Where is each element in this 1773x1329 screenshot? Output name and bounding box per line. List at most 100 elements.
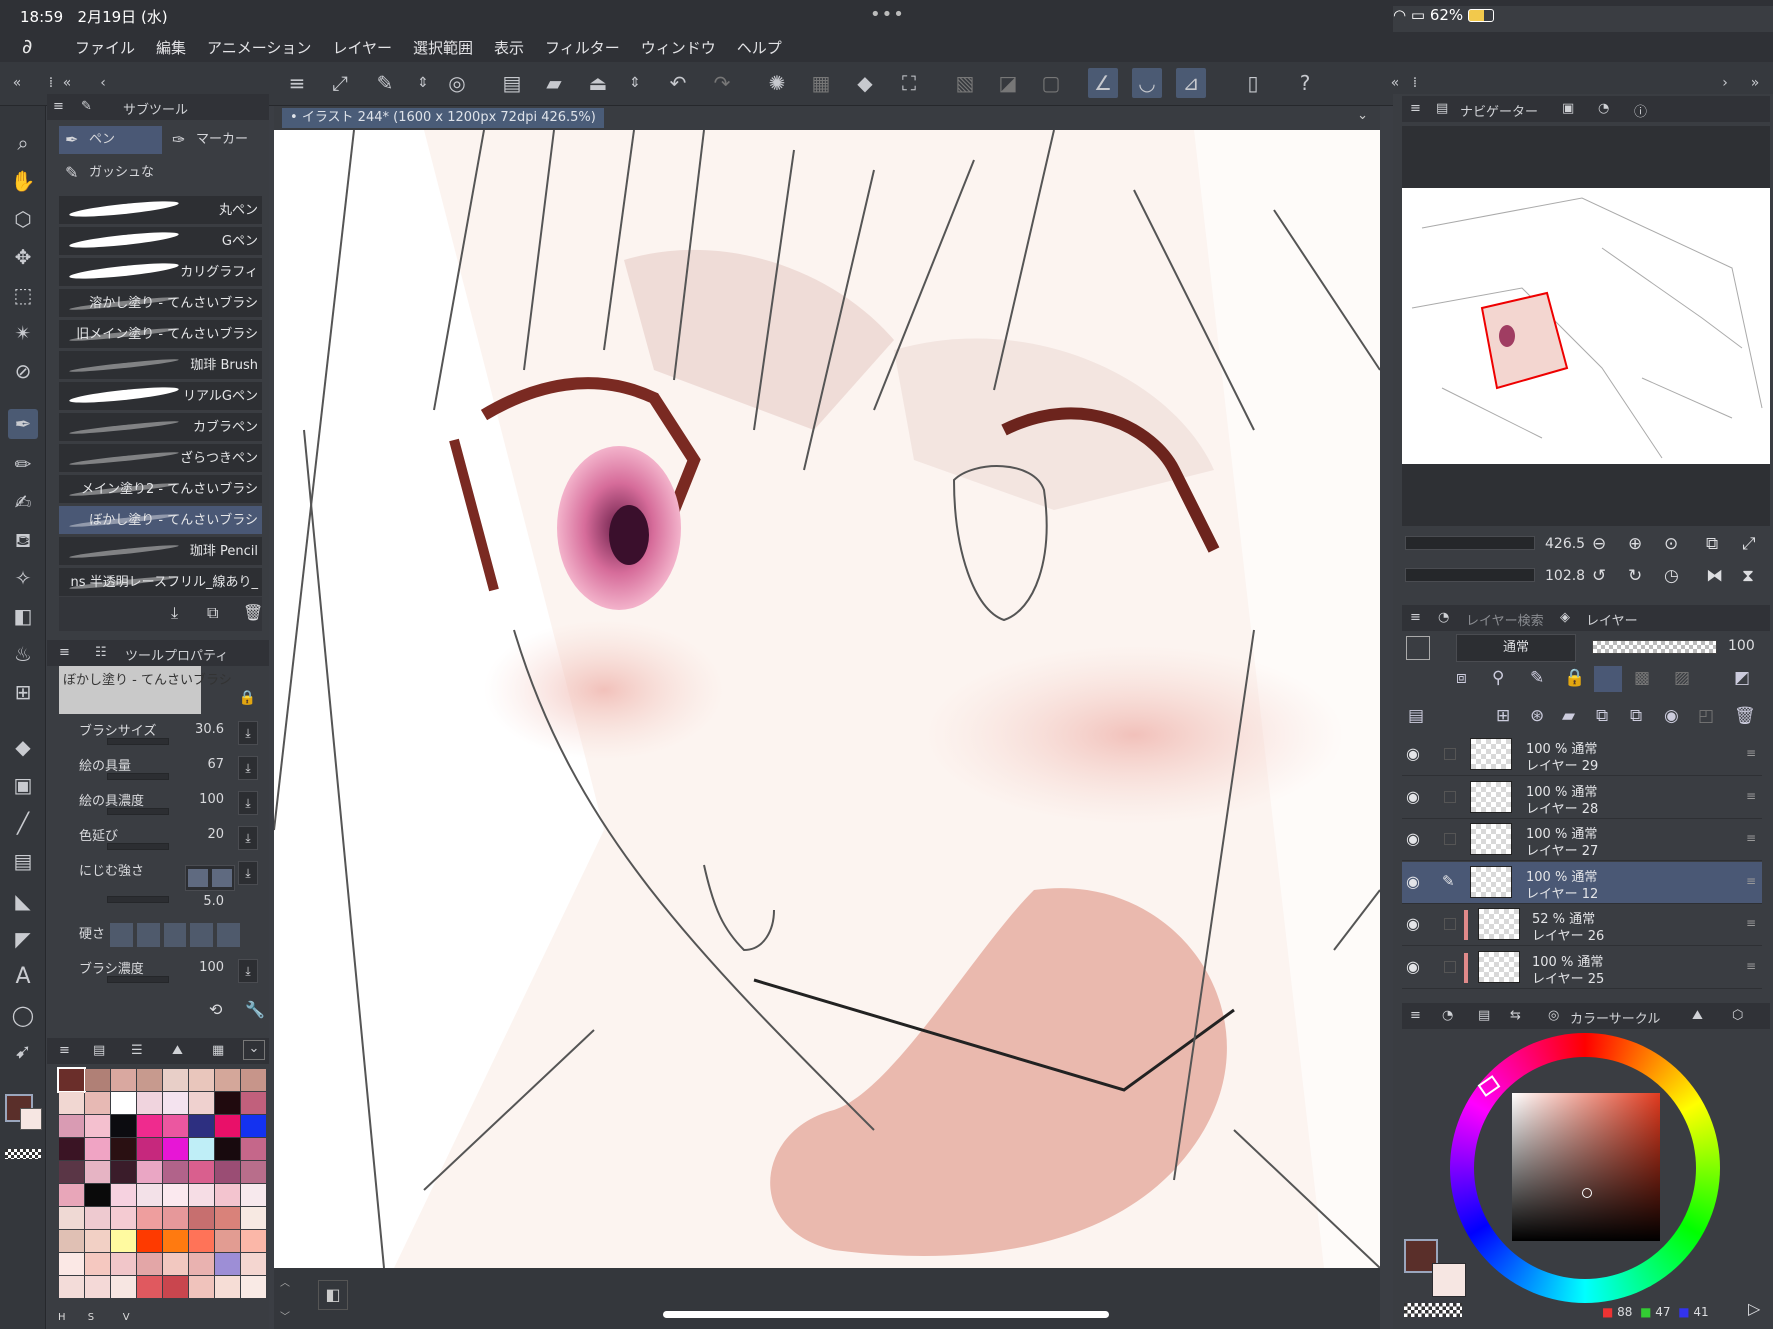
palette-swatch[interactable] <box>215 1276 240 1298</box>
drawing-canvas[interactable] <box>274 130 1380 1268</box>
new-vector-layer-icon[interactable]: ⊛ <box>1530 706 1544 726</box>
palette-swatch[interactable] <box>59 1207 84 1229</box>
palette-swatch[interactable] <box>137 1138 162 1160</box>
text-tool-icon[interactable]: A <box>8 962 38 992</box>
full-screen-icon[interactable]: ⤢ <box>1742 534 1756 554</box>
layer-row[interactable]: ◉ ✎ 100 % 通常 レイヤー 12 ≡ <box>1402 861 1762 904</box>
palette-swatch[interactable] <box>111 1092 136 1114</box>
eye-icon[interactable]: ◉ <box>1406 914 1420 933</box>
color-sub-swatch[interactable] <box>1432 1263 1466 1297</box>
pressure-toggle-icon[interactable]: ⤓ <box>238 826 258 850</box>
palette-swatch[interactable] <box>241 1138 266 1160</box>
layer-checkbox[interactable] <box>1444 960 1456 973</box>
palette-swatch[interactable] <box>163 1184 188 1206</box>
pencil-tool-icon[interactable]: ✏ <box>8 449 38 479</box>
palette-swatch[interactable] <box>111 1184 136 1206</box>
brush-item[interactable]: ns 半透明レースフリル_線あり_ <box>59 568 262 597</box>
palette-swatch[interactable] <box>137 1253 162 1275</box>
hamburger-menu-icon[interactable]: ≡ <box>282 68 312 98</box>
palette-swatch[interactable] <box>59 1276 84 1298</box>
palette-swatch[interactable] <box>189 1115 214 1137</box>
navigator-preview[interactable] <box>1402 188 1770 464</box>
palette-swatch[interactable] <box>241 1253 266 1275</box>
palette-swatch[interactable] <box>163 1092 188 1114</box>
brush-item[interactable]: リアルGペン <box>59 382 262 411</box>
resize-icon[interactable]: ⤢ <box>325 68 355 98</box>
palette-swatch[interactable] <box>189 1069 214 1091</box>
palette-swatch[interactable] <box>241 1207 266 1229</box>
palette-swatch[interactable] <box>111 1276 136 1298</box>
palette-swatch[interactable] <box>215 1184 240 1206</box>
property-value[interactable]: 30.6 <box>195 722 224 737</box>
palette-swatch[interactable] <box>111 1253 136 1275</box>
brush-item[interactable]: 溶かし塗り - てんさいブラシ <box>59 289 262 318</box>
reset-rotation-icon[interactable]: ◷ <box>1664 566 1679 586</box>
fill-icon[interactable]: ◆ <box>850 68 880 98</box>
pressure-toggle-icon[interactable]: ⤓ <box>238 756 258 780</box>
property-value[interactable]: 100 <box>199 960 224 975</box>
menu-item-3[interactable]: レイヤー <box>332 37 392 58</box>
subtool-tab-marker[interactable]: ✑ マーカー <box>166 126 266 154</box>
palette-swatch[interactable] <box>215 1230 240 1252</box>
balloon-tool-icon[interactable]: ◯ <box>8 1000 38 1030</box>
stabilizer-pen-icon[interactable]: ∠ <box>1088 68 1118 98</box>
palette-swatch[interactable] <box>189 1207 214 1229</box>
palette-swatch[interactable] <box>137 1184 162 1206</box>
palette-swatch[interactable] <box>85 1138 110 1160</box>
mesh-tool-icon[interactable]: ⊞ <box>8 677 38 707</box>
palette-swatch[interactable] <box>215 1253 240 1275</box>
property-slider[interactable] <box>107 808 169 815</box>
copy-layer-icon[interactable]: ⧉ <box>1596 706 1608 726</box>
zoom-in-icon[interactable]: ⊕ <box>1628 534 1642 554</box>
layer-row[interactable]: ◉ 100 % 通常 レイヤー 28 ≡ <box>1402 776 1762 819</box>
menu-item-2[interactable]: アニメーション <box>207 37 311 58</box>
palette-swatch[interactable] <box>111 1207 136 1229</box>
draft-icon[interactable]: ✎ <box>1530 668 1544 688</box>
palette-swatch[interactable] <box>163 1276 188 1298</box>
palette-swatch[interactable] <box>215 1092 240 1114</box>
brush-item[interactable]: 丸ペン <box>59 196 262 225</box>
palette-swatch[interactable] <box>59 1184 84 1206</box>
color-palette[interactable] <box>57 1067 266 1309</box>
chevron-down-small-icon[interactable]: ﹀ <box>280 1308 290 1323</box>
spiral-icon[interactable]: ◎ <box>442 68 472 98</box>
brush-item[interactable]: メイン塗り2 - てんさいブラシ <box>59 475 262 504</box>
eye-icon[interactable]: ◉ <box>1406 872 1420 891</box>
sub-color-swatch[interactable] <box>20 1108 42 1130</box>
layer-color-mode-icon[interactable]: ◩ <box>1734 668 1750 688</box>
clip-studio-logo-icon[interactable]: ∂ <box>22 34 48 58</box>
brush-item[interactable]: カリグラフィ <box>59 258 262 287</box>
brush-item[interactable]: 珈琲 Pencil <box>59 537 262 566</box>
clear-selection-icon[interactable]: ▧ <box>950 68 980 98</box>
palette-swatch[interactable] <box>241 1092 266 1114</box>
airbrush-tool-icon[interactable]: ⛾ <box>8 525 38 555</box>
palette-swatch[interactable] <box>111 1138 136 1160</box>
stabilizer-brush-icon[interactable]: ◡ <box>1132 68 1162 98</box>
palette-swatch[interactable] <box>111 1069 136 1091</box>
multitask-dots[interactable]: ••• <box>870 4 905 25</box>
palette-swatch[interactable] <box>189 1230 214 1252</box>
palette-swatch[interactable] <box>59 1092 84 1114</box>
property-slider[interactable] <box>107 738 169 745</box>
property-value[interactable]: 5.0 <box>203 894 224 909</box>
property-value[interactable]: 100 <box>199 792 224 807</box>
eye-icon[interactable]: ◉ <box>1406 957 1420 976</box>
frame-tool-icon[interactable]: ▤ <box>8 846 38 876</box>
rotate-right-icon[interactable]: ↻ <box>1628 566 1642 586</box>
fit-icon[interactable]: ⊙ <box>1664 534 1678 554</box>
trash-icon[interactable]: 🗑 <box>243 603 263 622</box>
palette-swatch[interactable] <box>215 1138 240 1160</box>
stepper-icon[interactable]: ⇕ <box>408 68 438 98</box>
palette-swatch[interactable] <box>163 1230 188 1252</box>
lock-transparent-icon[interactable] <box>1594 666 1622 692</box>
palette-swatch[interactable] <box>241 1069 266 1091</box>
palette-swatch[interactable] <box>85 1207 110 1229</box>
palette-swatch[interactable] <box>85 1276 110 1298</box>
opacity-slider[interactable] <box>1592 640 1717 654</box>
drag-handle-icon[interactable]: ≡ <box>1746 916 1756 930</box>
clip-icon[interactable]: ⧈ <box>1456 668 1467 688</box>
layer-mask-icon[interactable]: ◉ <box>1664 706 1679 726</box>
palette-swatch[interactable] <box>59 1161 84 1183</box>
drag-handle-icon[interactable]: ≡ <box>1746 959 1756 973</box>
palette-swatch[interactable] <box>85 1230 110 1252</box>
